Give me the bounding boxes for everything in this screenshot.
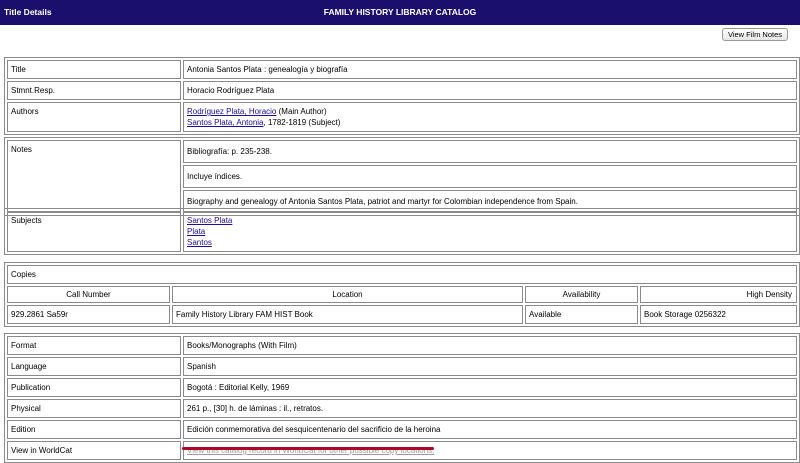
notes-table: Notes Bibliografía: p. 235-238. Incluye … <box>4 137 800 216</box>
subjects-value: Santos Plata Plata Santos <box>183 211 797 252</box>
highlight-underline <box>182 447 434 450</box>
high-density-cell: Book Storage 0256322 <box>640 305 797 324</box>
call-number-cell: 929.2861 Sa59r <box>7 305 170 324</box>
format-label: Format <box>7 336 181 355</box>
table-row: Edition Edición conmemorativa del sesqui… <box>7 420 797 439</box>
view-film-notes-button[interactable]: View Film Notes <box>721 28 788 41</box>
column-header-availability: Availability <box>525 286 638 303</box>
language-label: Language <box>7 357 181 376</box>
table-row: 929.2861 Sa59r Family History Library FA… <box>7 305 797 324</box>
authors-label: Authors <box>7 102 181 132</box>
language-value: Spanish <box>183 357 797 376</box>
title-value: Antonia Santos Plata : genealogía y biog… <box>183 60 797 79</box>
table-row: View in WorldCat View this catalog recor… <box>7 441 797 460</box>
copies-label: Copies <box>7 265 797 284</box>
subject-link-plata[interactable]: Plata <box>187 227 205 236</box>
format-table: Format Books/Monographs (With Film) Lang… <box>4 333 800 463</box>
notes-label: Notes <box>7 140 181 213</box>
table-row: Notes Bibliografía: p. 235-238. <box>7 140 797 213</box>
table-row: Language Spanish <box>7 357 797 376</box>
stmnt-value: Horacio Rodríguez Plata <box>183 81 797 100</box>
table-row: Physical 261 p., [30] h. de láminas : il… <box>7 399 797 418</box>
table-row: Authors Rodríguez Plata, Horacio (Main A… <box>7 102 797 132</box>
header-bar: Title Details FAMILY HISTORY LIBRARY CAT… <box>0 0 800 25</box>
column-header-location: Location <box>172 286 523 303</box>
table-row: Subjects Santos Plata Plata Santos <box>7 211 797 252</box>
subject-link-santos-plata[interactable]: Santos Plata <box>187 216 232 225</box>
format-value: Books/Monographs (With Film) <box>183 336 797 355</box>
note-item: Bibliografía: p. 235-238. <box>183 140 797 163</box>
publication-label: Publication <box>7 378 181 397</box>
author-link-main[interactable]: Rodríguez Plata, Horacio <box>187 107 276 116</box>
subjects-label: Subjects <box>7 211 181 252</box>
worldcat-value: View this catalog record in WorldCat for… <box>183 441 797 460</box>
author-role: , 1782-1819 (Subject) <box>263 118 341 127</box>
catalog-title: FAMILY HISTORY LIBRARY CATALOG <box>323 7 477 17</box>
subject-link-santos[interactable]: Santos <box>187 238 212 247</box>
table-row: Publication Bogotá : Editorial Kelly, 19… <box>7 378 797 397</box>
worldcat-label: View in WorldCat <box>7 441 181 460</box>
physical-value: 261 p., [30] h. de láminas : il., retrat… <box>183 399 797 418</box>
author-role: (Main Author) <box>276 107 327 116</box>
author-link-subject[interactable]: Santos Plata, Antonia <box>187 118 264 127</box>
physical-label: Physical <box>7 399 181 418</box>
table-row: Title Antonia Santos Plata : genealogía … <box>7 60 797 79</box>
copies-table: Copies Call Number Location Availability… <box>4 262 800 327</box>
note-item: Incluye índices. <box>183 165 797 188</box>
subjects-table: Subjects Santos Plata Plata Santos <box>4 208 800 255</box>
column-header-call-number: Call Number <box>7 286 170 303</box>
location-cell: Family History Library FAM HIST Book <box>172 305 523 324</box>
table-header-row: Call Number Location Availability High D… <box>7 286 797 303</box>
availability-cell: Available <box>525 305 638 324</box>
authors-value: Rodríguez Plata, Horacio (Main Author) S… <box>183 102 797 132</box>
table-row: Stmnt.Resp. Horacio Rodríguez Plata <box>7 81 797 100</box>
details-table: Title Antonia Santos Plata : genealogía … <box>4 57 800 135</box>
column-header-high-density: High Density <box>640 286 797 303</box>
edition-label: Edition <box>7 420 181 439</box>
table-row: Copies <box>7 265 797 284</box>
title-label: Title <box>7 60 181 79</box>
table-row: Format Books/Monographs (With Film) <box>7 336 797 355</box>
stmnt-label: Stmnt.Resp. <box>7 81 181 100</box>
edition-value: Edición conmemorativa del sesquicentenar… <box>183 420 797 439</box>
publication-value: Bogotá : Editorial Kelly, 1969 <box>183 378 797 397</box>
